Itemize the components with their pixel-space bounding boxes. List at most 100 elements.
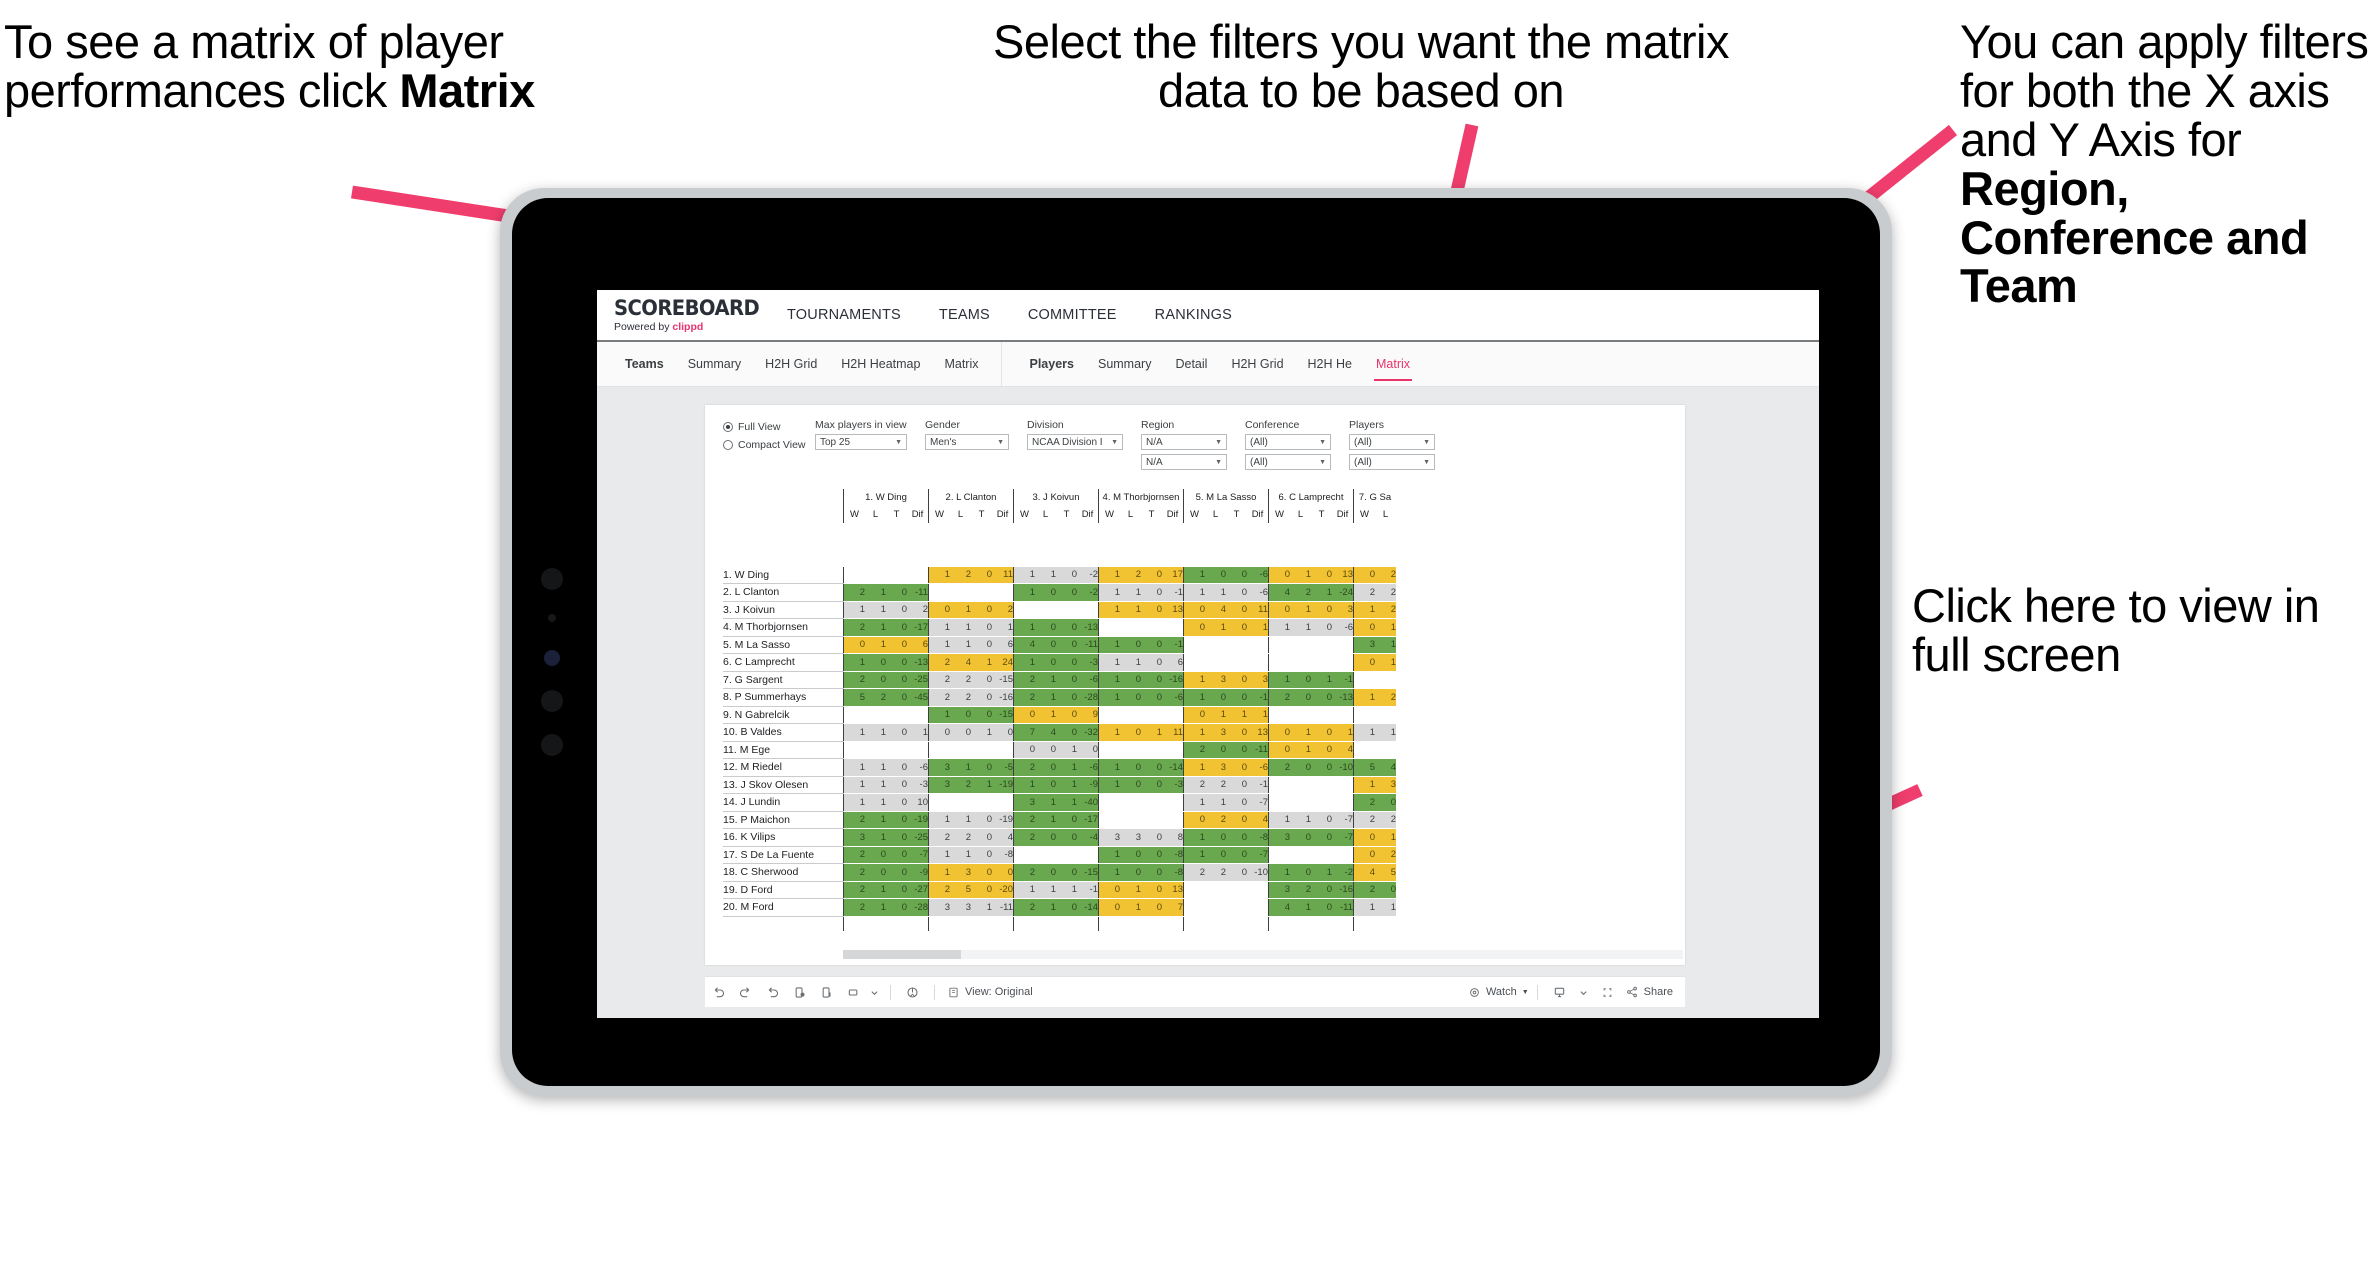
matrix-cell[interactable]: 8	[1162, 828, 1184, 847]
matrix-cell[interactable]: 1	[1353, 723, 1375, 742]
matrix-cell[interactable]: 1	[950, 846, 971, 864]
matrix-cell[interactable]: 1	[1247, 618, 1269, 637]
matrix-cell[interactable]: 0	[1226, 758, 1247, 777]
matrix-cell[interactable]: 2	[1375, 583, 1396, 602]
matrix-cell[interactable]: 0	[992, 863, 1014, 882]
matrix-cell[interactable]: 1	[950, 811, 971, 829]
matrix-cell[interactable]: 6	[1162, 653, 1184, 672]
matrix-cell[interactable]: -2	[1332, 863, 1354, 882]
matrix-cell[interactable]: 1	[1035, 566, 1056, 584]
matrix-cell[interactable]: 0	[1353, 653, 1375, 672]
matrix-cell[interactable]: 3	[1268, 881, 1290, 899]
matrix-cell[interactable]: 0	[1141, 863, 1162, 882]
matrix-cell[interactable]: 1	[1035, 811, 1056, 829]
matrix-cell[interactable]: -25	[907, 828, 929, 847]
matrix-cell[interactable]: 0	[886, 898, 907, 917]
matrix-cell[interactable]: 2	[928, 653, 950, 672]
matrix-cell[interactable]: 4	[992, 828, 1014, 847]
matrix-cell[interactable]: 0	[1226, 828, 1247, 847]
matrix-cell[interactable]: 0	[971, 811, 992, 829]
matrix-cell[interactable]: 0	[1268, 723, 1290, 742]
scrollbar-thumb[interactable]	[843, 950, 961, 959]
filter-players-x-select[interactable]: (All) ▼	[1349, 434, 1435, 450]
matrix-cell[interactable]	[1268, 846, 1290, 864]
matrix-cell[interactable]: 7	[1162, 898, 1184, 917]
matrix-cell[interactable]: 3	[1375, 776, 1396, 794]
matrix-cell[interactable]: 0	[1035, 758, 1056, 777]
matrix-cell[interactable]: -6	[1247, 583, 1269, 602]
matrix-cell[interactable]: -14	[1162, 758, 1184, 777]
matrix-cell[interactable]	[1035, 846, 1056, 864]
watch-button[interactable]: Watch ▼	[1468, 986, 1529, 999]
matrix-cell[interactable]: 1	[992, 618, 1014, 637]
matrix-cell[interactable]: 1	[907, 723, 929, 742]
matrix-cell[interactable]: -19	[992, 776, 1014, 794]
matrix-cell[interactable]: 1	[950, 636, 971, 654]
chevron-down-icon[interactable]	[1577, 988, 1590, 997]
matrix-cell[interactable]	[1205, 881, 1226, 899]
matrix-cell[interactable]: 1	[1205, 793, 1226, 812]
matrix-cell[interactable]: 0	[1226, 688, 1247, 707]
matrix-cell[interactable]	[1141, 793, 1162, 812]
matrix-cell[interactable]: 1	[950, 601, 971, 619]
matrix-cell[interactable]	[1375, 671, 1396, 689]
matrix-cell[interactable]: 1	[971, 776, 992, 794]
matrix-cell[interactable]: -11	[1332, 898, 1354, 917]
matrix-cell[interactable]: 2	[843, 898, 865, 917]
matrix-cell[interactable]: 0	[1035, 653, 1056, 672]
matrix-cell[interactable]: 2	[907, 601, 929, 619]
matrix-cell[interactable]	[1056, 601, 1077, 619]
matrix-cell[interactable]: -7	[1332, 828, 1354, 847]
matrix-cell[interactable]: 1	[865, 636, 886, 654]
matrix-cell[interactable]: 4	[1013, 636, 1035, 654]
matrix-cell[interactable]	[992, 583, 1014, 602]
table-row[interactable]: 5. M La Sasso 0 1 0 6 1 1 0 6 4 0 0 -11 1 0 0 -1 3 1	[723, 636, 1396, 654]
matrix-cell[interactable]: 0	[1226, 723, 1247, 742]
matrix-cell[interactable]: 1	[1035, 793, 1056, 812]
matrix-cell[interactable]: 0	[971, 881, 992, 899]
nav-rankings[interactable]: RANKINGS	[1136, 290, 1251, 340]
matrix-cell[interactable]: 11	[992, 566, 1014, 584]
matrix-cell[interactable]	[1290, 793, 1311, 812]
matrix-cell[interactable]: 1	[1013, 583, 1035, 602]
matrix-cell[interactable]: 0	[1290, 828, 1311, 847]
matrix-cell[interactable]	[1311, 793, 1332, 812]
matrix-cell[interactable]: 0	[886, 618, 907, 637]
matrix-cell[interactable]: 1	[1056, 793, 1077, 812]
matrix-col-header[interactable]: 7. G Sa	[1353, 489, 1396, 506]
matrix-cell[interactable]	[1247, 881, 1269, 899]
matrix-cell[interactable]: 1	[865, 618, 886, 637]
matrix-cell[interactable]: 0	[971, 758, 992, 777]
matrix-cell[interactable]: 0	[865, 846, 886, 864]
matrix-cell[interactable]: 1	[1353, 601, 1375, 619]
matrix-cell[interactable]: 1	[1268, 618, 1290, 637]
nav-tournaments[interactable]: TOURNAMENTS	[768, 290, 920, 340]
matrix-cell[interactable]: -3	[1077, 653, 1099, 672]
matrix-cell[interactable]: 0	[971, 846, 992, 864]
matrix-cell[interactable]	[1290, 706, 1311, 724]
matrix-cell[interactable]: 1	[1290, 566, 1311, 584]
tab-teams-h2h-heatmap[interactable]: H2H Heatmap	[829, 342, 932, 386]
matrix-cell[interactable]: 0	[1077, 741, 1099, 759]
table-row[interactable]: 13. J Skov Olesen 1 1 0 -3 3 2 1 -19 1 0 1 -9 1 0 0 -3 2 2…	[723, 776, 1396, 794]
matrix-cell[interactable]	[1332, 846, 1354, 864]
matrix-cell[interactable]: 0	[1141, 881, 1162, 899]
matrix-cell[interactable]	[886, 741, 907, 759]
matrix-cell[interactable]: 1	[1120, 653, 1141, 672]
matrix-cell[interactable]: 1	[950, 758, 971, 777]
matrix-cell[interactable]: 1	[865, 793, 886, 812]
pause-updates-icon[interactable]	[813, 985, 840, 1000]
matrix-cell[interactable]	[1311, 706, 1332, 724]
matrix-cell[interactable]	[1332, 636, 1354, 654]
matrix-cell[interactable]	[1141, 811, 1162, 829]
matrix-cell[interactable]: 1	[1120, 881, 1141, 899]
matrix-cell[interactable]: 1	[1013, 566, 1035, 584]
matrix-cell[interactable]: 2	[928, 688, 950, 707]
matrix-cell[interactable]: 1	[950, 618, 971, 637]
matrix-cell[interactable]: 1	[865, 828, 886, 847]
matrix-cell[interactable]: -8	[1162, 863, 1184, 882]
matrix-cell[interactable]: 1	[928, 566, 950, 584]
matrix-cell[interactable]: -16	[1332, 881, 1354, 899]
matrix-cell[interactable]: 0	[1056, 706, 1077, 724]
matrix-cell[interactable]: 0	[886, 671, 907, 689]
